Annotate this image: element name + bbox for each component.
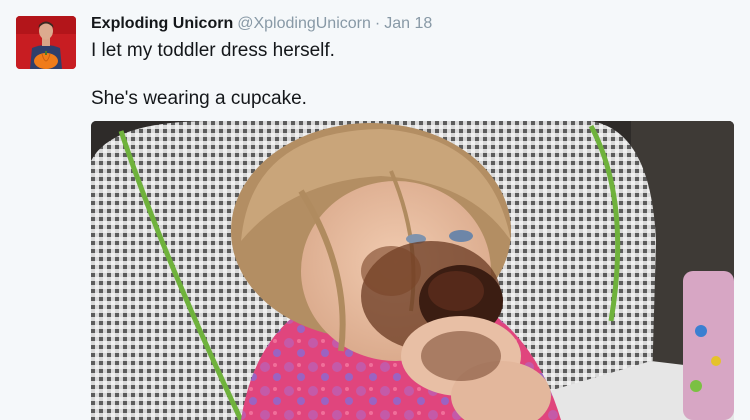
tweet-text-line1: I let my toddler dress herself. (91, 40, 335, 61)
tweet-card[interactable]: Exploding Unicorn @XplodingUnicorn · Jan 18… (0, 0, 750, 420)
tweet-date[interactable]: Jan 18 (384, 15, 432, 32)
author-handle[interactable]: @XplodingUnicorn (237, 15, 371, 32)
photo-illustration (91, 121, 734, 420)
author-name[interactable]: Exploding Unicorn (91, 15, 233, 32)
tweet-header: Exploding Unicorn @XplodingUnicorn · Jan 18 (91, 14, 432, 34)
header-separator: · (374, 15, 381, 32)
tweet-photo[interactable] (91, 121, 734, 420)
author-avatar[interactable] (16, 16, 76, 69)
tweet-text-line2: She's wearing a cupcake. (91, 88, 307, 109)
avatar-photo-icon (16, 16, 76, 69)
tweet-text: I let my toddler dress herself. She's we… (91, 38, 335, 112)
